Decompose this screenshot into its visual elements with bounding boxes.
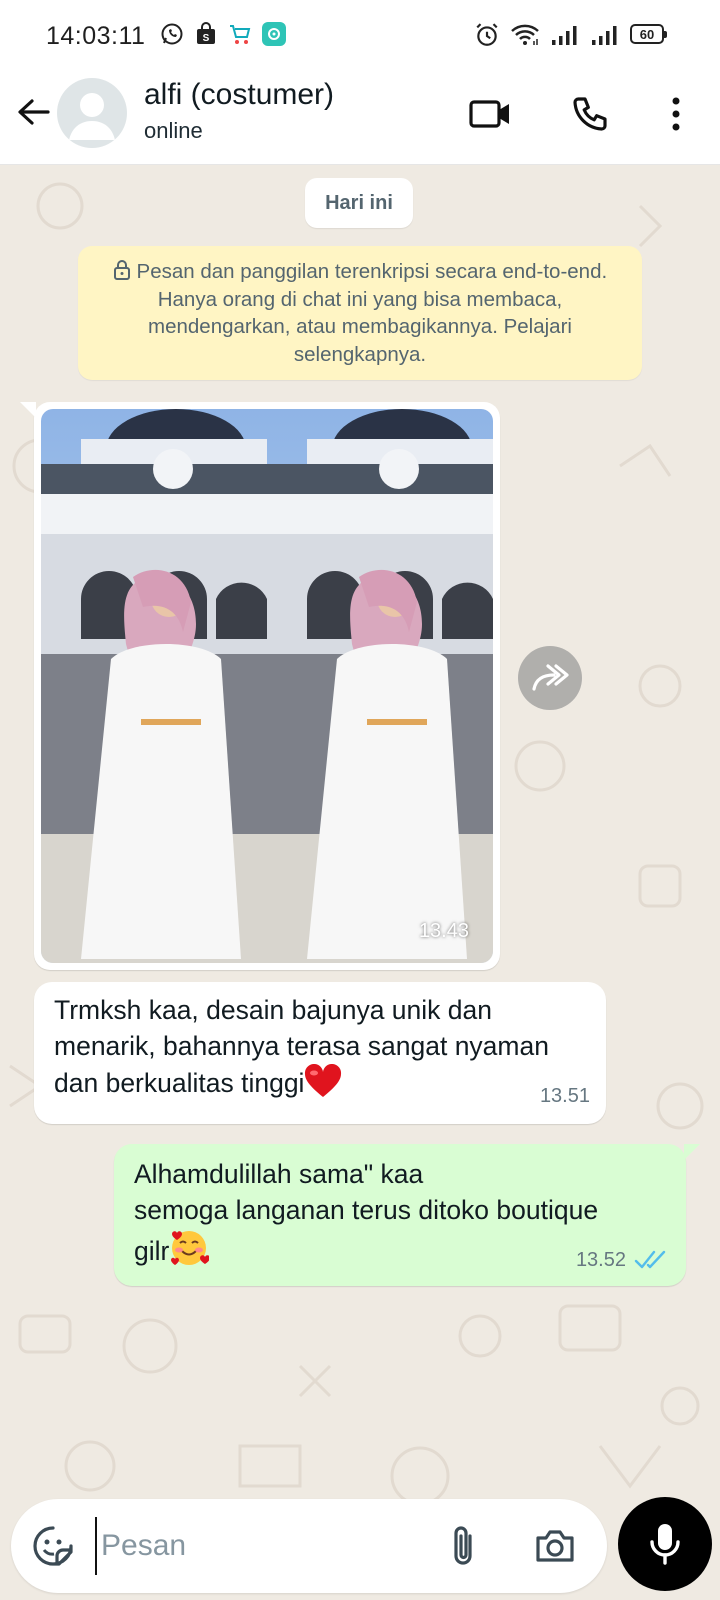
message-meta: 13.52 — [576, 1242, 668, 1278]
incoming-message[interactable]: Trmksh kaa, desain bajunya unik dan mena… — [34, 982, 606, 1124]
alarm-icon — [476, 23, 498, 46]
photo-half-right — [267, 409, 493, 963]
camera-icon[interactable] — [531, 1522, 579, 1570]
chat-area[interactable]: Hari ini Pesan dan panggilan terenkripsi… — [0, 166, 720, 1600]
svg-text:S: S — [203, 33, 210, 44]
date-divider-chip: Hari ini — [305, 178, 413, 228]
signal-icon — [552, 26, 577, 45]
battery-icon: 60 — [630, 24, 667, 44]
attach-icon[interactable] — [439, 1522, 487, 1570]
voice-call-icon[interactable] — [566, 90, 614, 138]
mic-icon — [650, 1524, 680, 1565]
smiling-hearts-emoji — [169, 1228, 211, 1275]
video-call-icon[interactable] — [466, 90, 514, 138]
message-text-line: Alhamdulillah sama" kaa — [134, 1159, 424, 1189]
message-time: 13.52 — [575, 1249, 626, 1271]
message-time: 13.51 — [539, 1085, 590, 1107]
message-text-line: gilr — [134, 1236, 170, 1266]
message-photo[interactable]: 13.43 — [41, 409, 493, 963]
contact-name[interactable]: alfi (costumer) — [144, 78, 334, 112]
notification-icons: S — [160, 22, 286, 46]
message-composer — [11, 1499, 607, 1593]
forward-icon — [532, 664, 569, 691]
image-message[interactable]: 13.43 — [20, 402, 500, 970]
app-notification-icon — [262, 22, 286, 46]
message-time: 13.43 — [418, 920, 469, 942]
avatar[interactable] — [57, 78, 127, 148]
mic-button[interactable] — [618, 1497, 712, 1591]
signal-icon-2 — [592, 26, 617, 45]
more-options-icon[interactable] — [652, 90, 700, 138]
outgoing-message[interactable]: Alhamdulillah sama" kaa semoga langanan … — [114, 1144, 700, 1286]
status-bar: 14:03:11 S 60 — [0, 0, 720, 70]
photo-half-left — [41, 409, 267, 963]
message-text: Trmksh kaa, desain bajunya unik dan mena… — [54, 995, 549, 1098]
message-text-line: semoga langanan terus ditoko boutique — [134, 1195, 599, 1225]
heart-emoji — [304, 1063, 342, 1107]
sticker-icon[interactable] — [29, 1522, 77, 1570]
contact-status: online — [144, 118, 203, 143]
cart-icon — [228, 22, 252, 46]
encryption-notice[interactable]: Pesan dan panggilan terenkripsi secara e… — [78, 246, 642, 380]
double-check-icon — [634, 1250, 666, 1269]
shopping-bag-icon: S — [194, 22, 218, 46]
message-input[interactable] — [95, 1517, 425, 1575]
whatsapp-icon — [160, 22, 184, 46]
wifi-icon — [511, 24, 539, 45]
chat-header: alfi (costumer) online — [0, 70, 720, 165]
forward-button[interactable] — [518, 646, 582, 710]
status-time: 14:03:11 — [46, 22, 146, 50]
back-arrow-icon[interactable] — [14, 92, 54, 132]
encryption-notice-text: Pesan dan panggilan terenkripsi secara e… — [136, 260, 608, 366]
lock-icon — [113, 260, 130, 280]
system-icons — [474, 22, 620, 48]
